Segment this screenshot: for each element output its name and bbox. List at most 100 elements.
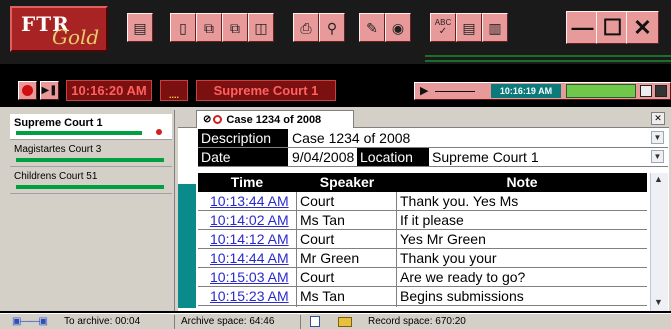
paste-button[interactable]: ◫ [248, 13, 274, 42]
time-cell[interactable]: 10:15:23 AM [208, 287, 294, 305]
spell-check-button[interactable]: ABC ✓ [430, 13, 456, 42]
tab-case[interactable]: ⊘ Case 1234 of 2008 [196, 110, 354, 128]
record-button[interactable] [18, 81, 37, 100]
status-bar: ▣——▣ To archive: 00:04 Archive space: 64… [0, 313, 671, 329]
new-document-icon: ▯ [179, 19, 187, 36]
court-item-label: Childrens Court 51 [14, 171, 98, 182]
copy-icon: ⧉ [204, 19, 214, 36]
tab-bar: ⊘ Case 1234 of 2008 ✕ [178, 110, 669, 128]
location-field[interactable]: Supreme Court 1 [430, 148, 650, 166]
copy-multi-icon: ⧉ [230, 19, 240, 36]
minimize-button[interactable]: — [566, 11, 599, 44]
level-meter-top [425, 55, 671, 57]
court-item-supreme[interactable]: Supreme Court 1 [10, 114, 172, 140]
spell-check-icon: ✓ [438, 25, 448, 37]
time-cell[interactable]: 10:13:44 AM [208, 192, 294, 210]
folder-icon[interactable] [338, 317, 352, 327]
archive-space: Archive space: 64:46 [181, 316, 275, 327]
speaker-cell[interactable]: Court [298, 192, 394, 210]
scroll-up-icon: ▲ [654, 174, 663, 184]
archive-status: To archive: 00:04 [64, 316, 141, 327]
time-cell[interactable]: 10:14:02 AM [208, 211, 294, 229]
court-item-label: Supreme Court 1 [14, 117, 103, 129]
table-scrollbar[interactable]: ▲ ▼ [650, 173, 668, 311]
location-dropdown[interactable]: ▼ [651, 150, 664, 163]
court-item-magistrates[interactable]: Magistartes Court 3 [10, 141, 172, 167]
level-meter-bottom [425, 60, 671, 62]
connection-icon: ▣——▣ [12, 316, 48, 327]
description-dropdown[interactable]: ▼ [651, 131, 664, 144]
column-header-time[interactable]: Time [198, 173, 296, 192]
note-cell[interactable]: Thank you your [398, 249, 646, 267]
court-level-bar [16, 185, 164, 189]
print-preview-icon: ⚲ [326, 19, 338, 36]
settings-icon[interactable] [655, 85, 667, 97]
court-level-bar [16, 131, 142, 135]
print-preview-button[interactable]: ⚲ [319, 13, 345, 42]
stop-pause-button[interactable]: ▶❚ [40, 81, 59, 100]
maximize-button[interactable]: ☐ [596, 11, 629, 44]
court-item-childrens[interactable]: Childrens Court 51 [10, 168, 172, 194]
notes-button[interactable]: ▤ [127, 13, 153, 42]
time-cell[interactable]: 10:14:44 AM [208, 249, 294, 267]
time-cell[interactable]: 10:14:12 AM [208, 230, 294, 248]
speaker-cell[interactable]: Ms Tan [298, 211, 394, 229]
new-document-button[interactable]: ▯ [170, 13, 196, 42]
copy-multi-button[interactable]: ⧉ [222, 13, 248, 42]
tab-case-label: Case 1234 of 2008 [226, 113, 322, 126]
speaker-cell[interactable]: Court [298, 268, 394, 286]
find-button[interactable]: ◉ [385, 13, 411, 42]
scroll-down-icon: ▼ [654, 297, 663, 307]
status-divider [174, 315, 175, 329]
court-level-bar [16, 158, 164, 162]
court-item-label: Magistartes Court 3 [14, 144, 102, 155]
report-button[interactable]: ▥ [482, 13, 508, 42]
record-icon [22, 85, 33, 96]
notes-icon: ▤ [133, 19, 147, 36]
timeline-bar[interactable] [178, 184, 196, 308]
no-record-icon: ⊘ [203, 114, 212, 125]
note-cell[interactable]: Begins submissions [398, 287, 646, 305]
close-icon: ✕ [654, 113, 662, 123]
edit-icon: ✎ [366, 19, 378, 36]
playback-slider[interactable] [435, 91, 475, 92]
print-button[interactable]: ⎙ [293, 13, 319, 42]
record-space: Record space: 670:20 [368, 316, 466, 327]
find-icon: ◉ [391, 19, 405, 36]
grid-line [198, 305, 647, 306]
logo-gold-text: Gold [52, 25, 100, 49]
playback-time: 10:16:19 AM [491, 84, 561, 98]
chevron-down-icon: ▼ [653, 133, 662, 142]
copy-button[interactable]: ⧉ [196, 13, 222, 42]
description-field[interactable]: Case 1234 of 2008 [290, 129, 650, 147]
maximize-icon: ☐ [602, 14, 623, 40]
channel-indicator[interactable]: .... [160, 80, 188, 101]
status-divider [300, 315, 301, 329]
date-field[interactable]: 9/04/2008 [290, 148, 356, 166]
document-icon[interactable] [310, 316, 320, 327]
minimize-icon: — [571, 14, 594, 40]
time-cell[interactable]: 10:15:03 AM [208, 268, 294, 286]
record-time-display: 10:16:20 AM [66, 80, 152, 101]
close-tab-button[interactable]: ✕ [651, 112, 665, 125]
print-icon: ⎙ [300, 19, 312, 36]
edit-button[interactable]: ✎ [359, 13, 385, 42]
report-icon: ▥ [488, 19, 502, 36]
channel-lights [566, 84, 636, 98]
chevron-down-icon: ▼ [653, 152, 662, 161]
document-search-button[interactable]: ▤ [456, 13, 482, 42]
column-header-speaker[interactable]: Speaker [297, 173, 397, 192]
close-window-button[interactable]: ✕ [626, 11, 659, 44]
note-cell[interactable]: Thank you. Yes Ms [398, 192, 646, 210]
field-divider [198, 166, 668, 167]
speaker-cell[interactable]: Court [298, 230, 394, 248]
document-search-icon: ▤ [462, 19, 476, 36]
note-cell[interactable]: Yes Mr Green [398, 230, 646, 248]
speaker-cell[interactable]: Ms Tan [298, 287, 394, 305]
note-cell[interactable]: Are we ready to go? [398, 268, 646, 286]
windows-icon[interactable] [640, 85, 652, 97]
note-cell[interactable]: If it please [398, 211, 646, 229]
column-header-note[interactable]: Note [397, 173, 647, 192]
speaker-cell[interactable]: Mr Green [298, 249, 394, 267]
play-icon[interactable]: ▶ [420, 84, 428, 97]
